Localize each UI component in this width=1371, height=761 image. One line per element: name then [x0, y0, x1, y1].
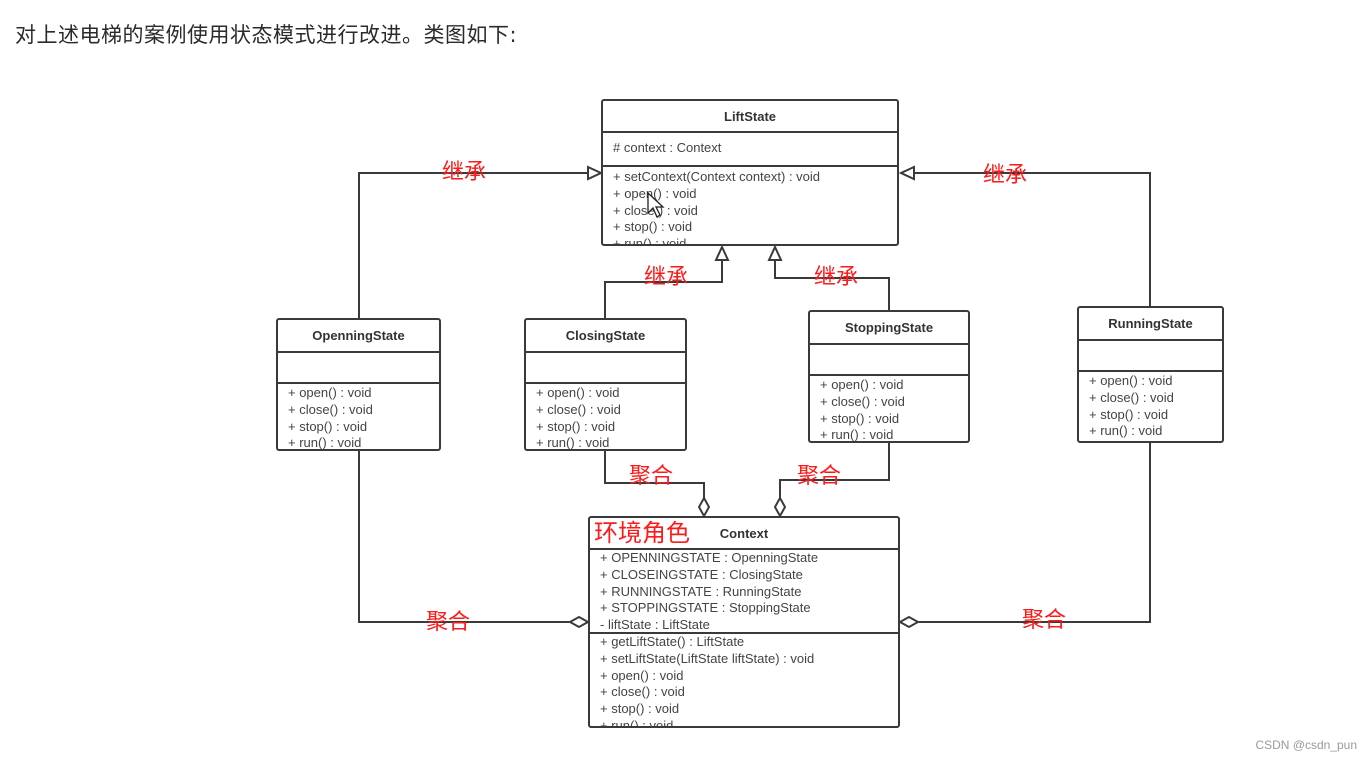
class-closingstate[interactable]: ClosingState + open() : void + close() :…: [524, 318, 687, 451]
operation: + close() : void: [1089, 389, 1174, 405]
operation: + stop() : void: [288, 418, 368, 434]
operation: + stop() : void: [1089, 406, 1169, 422]
annotation-aggregate-openning: 聚合: [426, 610, 471, 635]
inheritance-line-openning: [358, 172, 588, 319]
attribute: + STOPPINGSTATE : StoppingState: [600, 600, 811, 616]
class-runningstate[interactable]: RunningState + open() : void + close() :…: [1077, 306, 1224, 443]
annotation-aggregate-closing: 聚合: [629, 464, 674, 489]
class-attributes: [1079, 341, 1222, 372]
class-operations: + open() : void + close() : void + stop(…: [1079, 372, 1222, 440]
class-name: ClosingState: [526, 320, 685, 353]
operation: + run() : void: [600, 717, 674, 728]
attribute: + RUNNINGSTATE : RunningState: [600, 583, 802, 599]
attribute: + CLOSEINGSTATE : ClosingState: [600, 566, 803, 582]
inheritance-arrow-openning: [587, 165, 604, 181]
inheritance-arrow-closing: [714, 244, 730, 261]
class-operations: + open() : void + close() : void + stop(…: [810, 376, 968, 443]
operation: + close() : void: [600, 684, 685, 700]
watermark: CSDN @csdn_pun: [1255, 738, 1357, 752]
operation: + close() : void: [820, 393, 905, 409]
annotation-aggregate-running: 聚合: [1022, 608, 1067, 633]
operation: + open() : void: [288, 385, 372, 400]
operation: + run() : void: [613, 236, 687, 246]
operation: + run() : void: [536, 435, 610, 451]
class-attributes: [278, 353, 439, 384]
class-liftstate[interactable]: LiftState # context : Context + setConte…: [601, 99, 899, 246]
attribute: + OPENNINGSTATE : OpenningState: [600, 550, 819, 565]
class-stoppingstate[interactable]: StoppingState + open() : void + close() …: [808, 310, 970, 443]
annotation-inherit-running: 继承: [983, 163, 1028, 188]
attribute: # context : Context: [613, 140, 722, 155]
class-name: LiftState: [603, 101, 897, 133]
class-operations: + open() : void + close() : void + stop(…: [278, 384, 439, 451]
annotation-inherit-stopping: 继承: [814, 265, 859, 290]
annotation-inherit-closing: 继承: [644, 265, 689, 290]
aggregation-line-openning: [358, 451, 570, 623]
aggregation-line-running: [918, 442, 1151, 623]
mouse-cursor-icon: [647, 192, 665, 218]
annotation-context-role: 环境角色: [594, 519, 690, 547]
operation: + stop() : void: [600, 701, 680, 717]
class-attributes: [526, 353, 685, 384]
operation: + open() : void: [1089, 373, 1173, 388]
inheritance-arrow-stopping: [767, 244, 783, 261]
annotation-inherit-openning: 继承: [442, 160, 487, 185]
class-name: OpenningState: [278, 320, 439, 353]
operation: + close() : void: [536, 401, 621, 417]
attribute: - liftState : LiftState: [600, 617, 710, 633]
aggregation-diamond-stopping: [773, 495, 787, 519]
class-operations: + open() : void + close() : void + stop(…: [526, 384, 685, 451]
class-attributes: [810, 345, 968, 376]
class-attributes: # context : Context: [603, 133, 897, 167]
class-name: RunningState: [1079, 308, 1222, 341]
operation: + open() : void: [600, 667, 684, 683]
class-operations: + getLiftState() : LiftState + setLiftSt…: [590, 634, 898, 728]
inheritance-arrow-running: [898, 165, 915, 181]
operation: + setLiftState(LiftState liftState) : vo…: [600, 650, 815, 666]
operation: + stop() : void: [613, 219, 693, 235]
inheritance-line-running: [914, 172, 1151, 307]
class-context[interactable]: Context + OPENNINGSTATE : OpenningState …: [588, 516, 900, 728]
annotation-aggregate-stopping: 聚合: [797, 464, 842, 489]
aggregation-diamond-openning: [567, 615, 591, 629]
operation: + run() : void: [1089, 423, 1163, 439]
class-name: StoppingState: [810, 312, 968, 345]
operation: + open() : void: [536, 385, 620, 400]
operation: + open() : void: [820, 377, 904, 392]
class-diagram: LiftState # context : Context + setConte…: [0, 0, 1371, 761]
aggregation-diamond-closing: [697, 495, 711, 519]
operation: + stop() : void: [820, 410, 900, 426]
aggregation-diamond-running: [897, 615, 921, 629]
class-openningstate[interactable]: OpenningState + open() : void + close() …: [276, 318, 441, 451]
operation: + run() : void: [288, 435, 362, 451]
operation: + getLiftState() : LiftState: [600, 634, 745, 649]
operation: + run() : void: [820, 427, 894, 443]
operation: + close() : void: [288, 401, 373, 417]
class-attributes: + OPENNINGSTATE : OpenningState + CLOSEI…: [590, 550, 898, 634]
operation: + stop() : void: [536, 418, 616, 434]
operation: + setContext(Context context) : void: [613, 169, 821, 184]
